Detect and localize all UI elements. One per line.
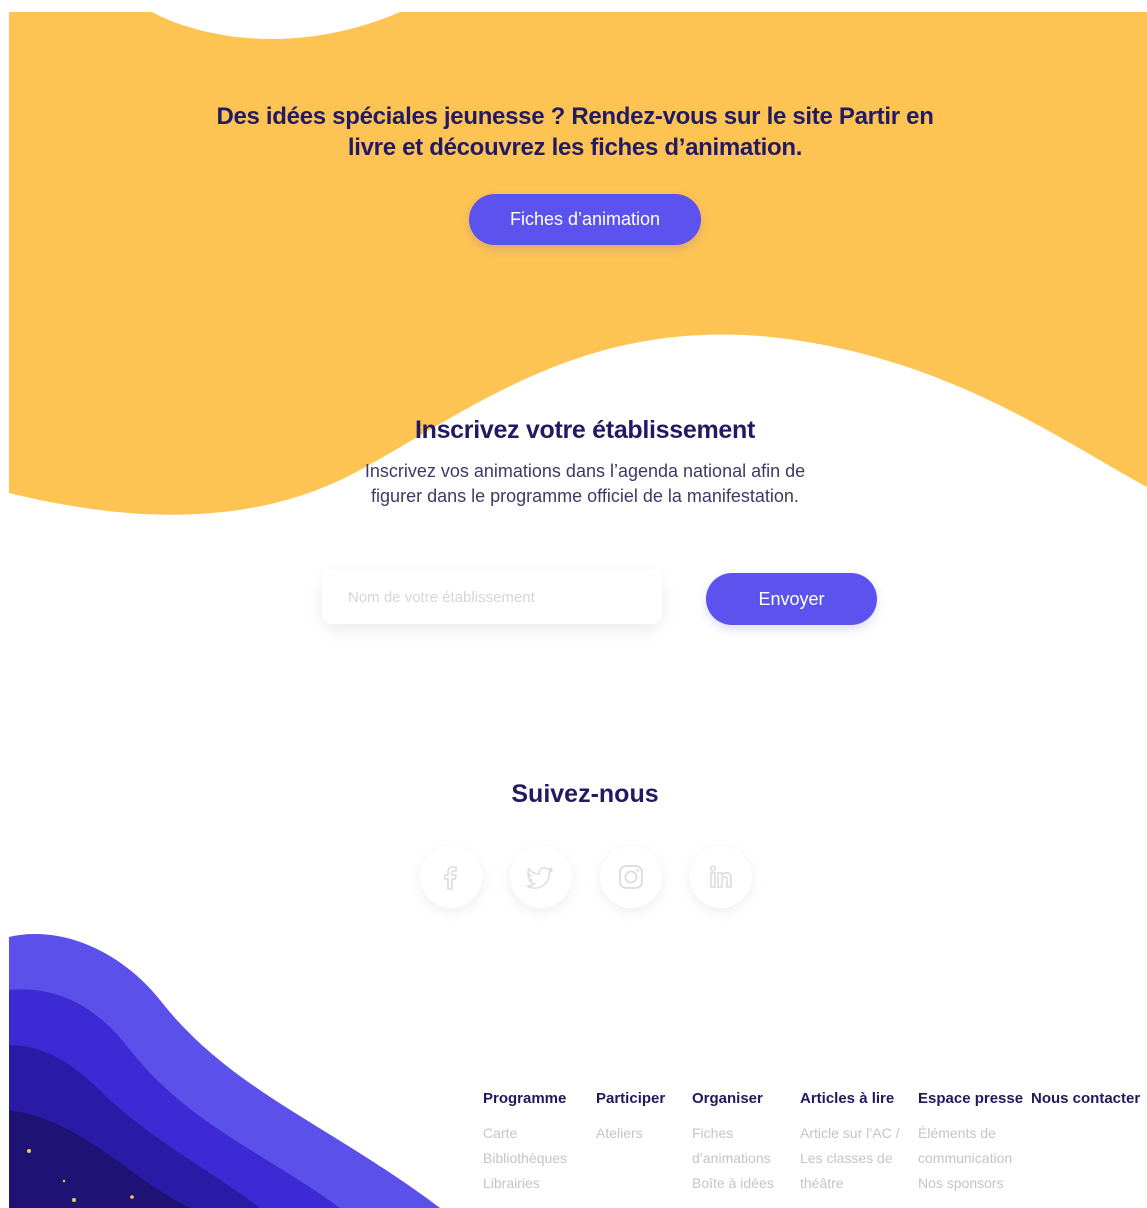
twitter-link[interactable] xyxy=(510,846,572,908)
footer-column-presse: Espace presse Éléments de communication … xyxy=(918,1090,1026,1196)
linkedin-icon xyxy=(709,865,732,888)
footer-column-articles: Articles à lire Article sur l’AC / Les c… xyxy=(800,1090,908,1196)
footer-column-contact: Nous contacter xyxy=(1031,1090,1140,1121)
footer-column-organiser: Organiser Fiches d’animations Boîte à id… xyxy=(692,1090,787,1196)
footer-heading-presse[interactable]: Espace presse xyxy=(918,1090,1026,1107)
footer-heading-contact[interactable]: Nous contacter xyxy=(1031,1090,1140,1107)
footer-link-ateliers[interactable]: Ateliers xyxy=(596,1121,665,1146)
instagram-icon xyxy=(619,865,643,889)
footer-link-carte[interactable]: Carte xyxy=(483,1121,567,1146)
facebook-icon xyxy=(444,866,458,890)
purple-wave xyxy=(9,934,440,1208)
footer-heading-programme[interactable]: Programme xyxy=(483,1090,567,1107)
footer-link-article-ac[interactable]: Article sur l’AC / Les classes de théâtr… xyxy=(800,1121,908,1196)
hero-title: Des idées spéciales jeunesse ? Rendez-vo… xyxy=(216,103,934,161)
footer-link-nos-sponsors[interactable]: Nos sponsors xyxy=(918,1171,1026,1196)
footer-heading-organiser[interactable]: Organiser xyxy=(692,1090,787,1107)
footer-link-librairies[interactable]: Librairies xyxy=(483,1171,567,1196)
footer-link-boite-a-idees[interactable]: Boîte à idées xyxy=(692,1171,787,1196)
twitter-icon xyxy=(526,866,554,889)
register-description: Inscrivez vos animations dans l’agenda n… xyxy=(364,461,806,506)
instagram-link[interactable] xyxy=(600,846,662,908)
linkedin-link[interactable] xyxy=(690,846,752,908)
footer-link-fiches-animations[interactable]: Fiches d’animations xyxy=(692,1121,787,1171)
submit-button[interactable]: Envoyer xyxy=(706,573,877,625)
register-title: Inscrivez votre établissement xyxy=(414,416,756,444)
fiches-animation-button[interactable]: Fiches d’animation xyxy=(469,194,701,245)
footer-link-elements-communication[interactable]: Éléments de communication xyxy=(918,1121,1026,1171)
footer-heading-articles[interactable]: Articles à lire xyxy=(800,1090,908,1107)
footer-column-programme: Programme Carte Bibliothèques Librairies xyxy=(483,1090,567,1196)
establishment-name-input[interactable] xyxy=(322,570,662,624)
footer-column-participer: Participer Ateliers xyxy=(596,1090,665,1146)
facebook-link[interactable] xyxy=(420,846,482,908)
footer-link-bibliotheques[interactable]: Bibliothèques xyxy=(483,1146,567,1171)
follow-title: Suivez-nous xyxy=(511,780,659,808)
footer-heading-participer[interactable]: Participer xyxy=(596,1090,665,1107)
